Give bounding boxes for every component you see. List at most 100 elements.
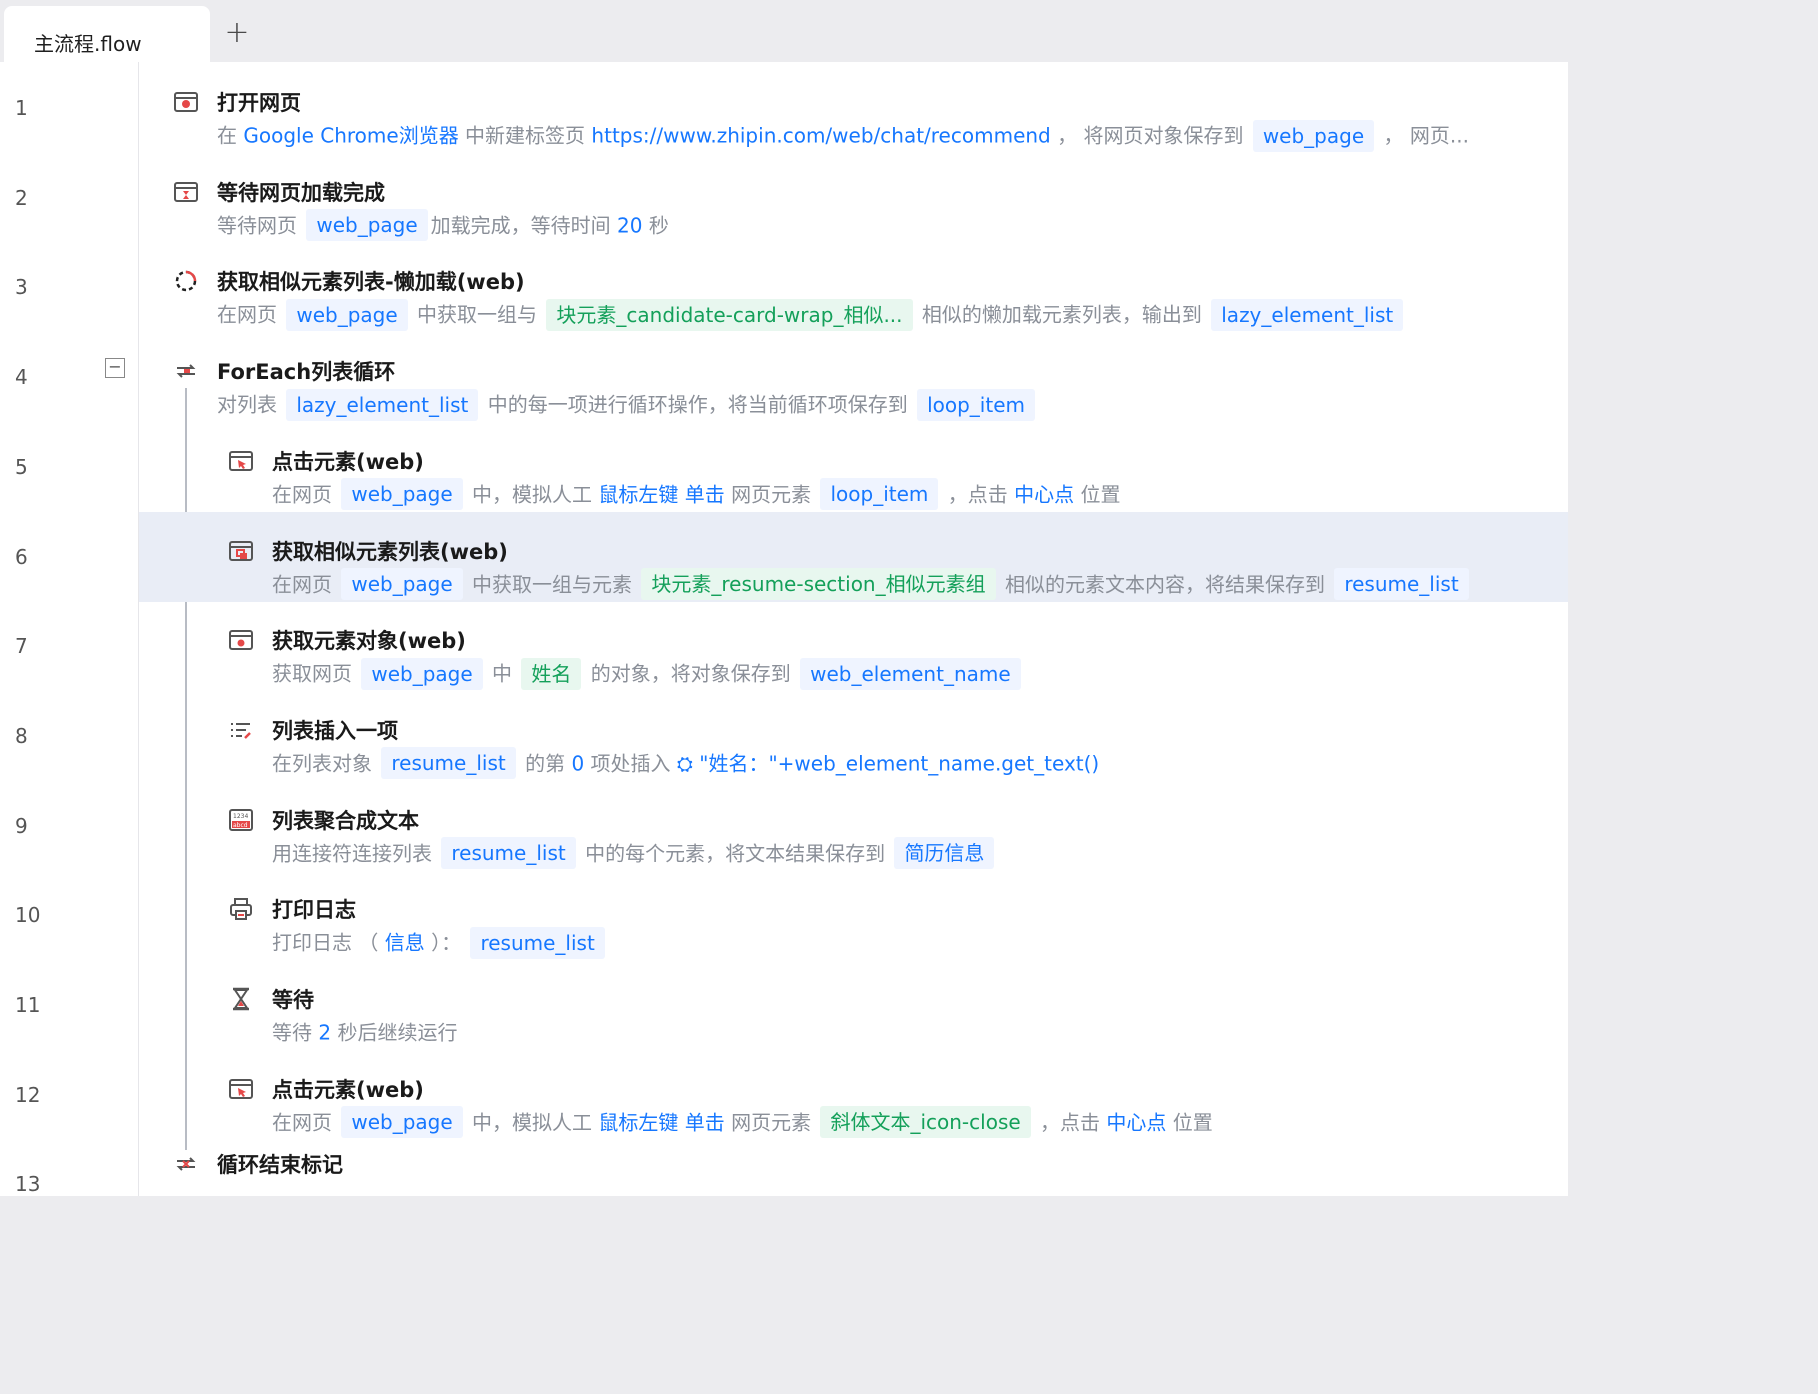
- print-log-icon: [228, 896, 254, 922]
- element-chip[interactable]: 姓名: [521, 657, 582, 690]
- step-title: 点击元素(web): [272, 449, 424, 474]
- step-description: 等待网页 web_page 加载完成，等待时间 20 秒: [217, 207, 669, 242]
- description-text: 在列表对象: [272, 751, 379, 776]
- description-text: ，点击: [941, 482, 1015, 507]
- parameter-value[interactable]: 单击: [685, 1110, 725, 1134]
- variable-chip[interactable]: 简历信息: [894, 837, 995, 870]
- description-text: 中新建标签页: [458, 123, 592, 148]
- tab-bar: 主流程.flow +: [0, 0, 1568, 68]
- step-title: 获取相似元素列表(web): [272, 539, 508, 564]
- line-number: 3: [15, 275, 28, 300]
- description-text: ，点击: [1033, 1110, 1107, 1135]
- similar-elements-icon: [228, 538, 254, 564]
- parameter-value[interactable]: 中心点: [1014, 482, 1074, 506]
- description-text: 的第: [518, 751, 572, 776]
- step-description: 用连接符连接列表 resume_list 中的每个元素，将文本结果保存到 简历信…: [272, 835, 997, 870]
- element-chip[interactable]: 斜体文本_icon-close: [820, 1106, 1031, 1139]
- description-text: 网页元素: [724, 1110, 818, 1135]
- description-text: 中的每个元素，将文本结果保存到: [578, 841, 892, 866]
- description-text: 的对象，将对象保存到: [584, 661, 798, 686]
- line-number: 10: [15, 903, 41, 928]
- variable-chip[interactable]: web_page: [1252, 119, 1375, 152]
- step-description: 打印日志 （ 信息 ）： resume_list: [272, 924, 608, 959]
- flow-step-row[interactable]: 4 − ForEach列表循环 对列表 lazy_element_list 中的每一项…: [0, 332, 1568, 422]
- variable-chip[interactable]: web_page: [286, 298, 408, 331]
- flow-step-row[interactable]: 5 点击元素(web) 在网页 web_page 中，模拟人工 鼠标左键 单击 网页…: [0, 422, 1568, 512]
- description-text: 相似的懒加载元素列表，输出到: [915, 302, 1209, 327]
- step-description: 在网页 web_page 中获取一组与元素 块元素_resume-section…: [272, 566, 1472, 600]
- parameter-value[interactable]: 0: [571, 751, 584, 775]
- flow-step-row[interactable]: 9 1234 abcd 列表聚合成文本 用连接符连接列表 resume_list 中的每…: [0, 781, 1568, 871]
- flow-step-row[interactable]: 7 获取元素对象(web) 获取网页 web_page 中 姓名 的对象，将对象保存…: [0, 601, 1568, 691]
- loading-spinner-icon: [173, 268, 199, 294]
- variable-chip[interactable]: web_page: [361, 657, 483, 690]
- flow-step-row[interactable]: 8 列表插入一项 在列表对象 resume_list 的第 0 项处插入 ⛭ "姓名…: [0, 691, 1568, 781]
- parameter-value[interactable]: 信息: [385, 931, 425, 955]
- description-text: 位置: [1074, 482, 1121, 507]
- description-text: 加载完成，等待时间: [430, 213, 618, 238]
- line-number: 9: [15, 813, 28, 838]
- step-description: 在列表对象 resume_list 的第 0 项处插入 ⛭ "姓名："+web_…: [272, 745, 1099, 780]
- step-description: 等待 2 秒后继续运行: [272, 1014, 457, 1048]
- flow-step-row[interactable]: 2 等待网页加载完成 等待网页 web_page 加载完成，等待时间 20 秒: [0, 153, 1568, 243]
- collapse-toggle-button[interactable]: −: [105, 358, 125, 379]
- description-text: 等待网页: [217, 213, 304, 238]
- description-text: 项处插入: [584, 751, 677, 776]
- variable-chip[interactable]: lazy_element_list: [1211, 298, 1404, 331]
- step-title: 打开网页: [217, 91, 301, 115]
- description-text: 在: [217, 123, 244, 148]
- description-text: 在网页: [272, 482, 339, 507]
- description-text: 中，模拟人工: [465, 482, 599, 507]
- variable-chip[interactable]: web_page: [341, 1106, 463, 1139]
- flow-step-row[interactable]: 12 点击元素(web) 在网页 web_page 中，模拟人工 鼠标左键 单击 网…: [0, 1050, 1568, 1140]
- variable-chip[interactable]: resume_list: [1334, 568, 1469, 600]
- step-description: 获取网页 web_page 中 姓名 的对象，将对象保存到 web_elemen…: [272, 655, 1024, 690]
- variable-chip[interactable]: web_page: [341, 478, 463, 511]
- flow-step-row[interactable]: 11 等待 等待 2 秒后继续运行: [0, 960, 1568, 1050]
- step-description: 在网页 web_page 中，模拟人工 鼠标左键 单击 网页元素 loop_it…: [272, 476, 1121, 511]
- description-text: 网页元素: [724, 482, 818, 507]
- flow-step-row[interactable]: 13 循环结束标记: [0, 1139, 1568, 1196]
- variable-chip[interactable]: web_element_name: [800, 657, 1021, 690]
- variable-chip[interactable]: lazy_element_list: [286, 388, 479, 421]
- list-insert-icon: [228, 717, 254, 743]
- description-text: 打印日志 （: [272, 930, 385, 955]
- element-chip[interactable]: 块元素_resume-section_相似元素组: [641, 568, 996, 600]
- description-text: 相似的元素文本内容，将结果保存到: [998, 572, 1332, 596]
- line-number: 2: [15, 185, 28, 210]
- parameter-value[interactable]: 单击: [685, 482, 725, 506]
- variable-chip[interactable]: loop_item: [820, 478, 939, 511]
- parameter-value[interactable]: https://www.zhipin.com/web/chat/recommen…: [591, 124, 1050, 148]
- description-text: 在网页: [217, 302, 284, 327]
- step-title: 点击元素(web): [272, 1077, 424, 1102]
- flow-step-row[interactable]: 10 打印日志 打印日志 （ 信息 ）： resume_list: [0, 870, 1568, 960]
- parameter-value[interactable]: 20: [617, 213, 642, 237]
- parameter-value[interactable]: 鼠标左键: [598, 482, 678, 506]
- parameter-value[interactable]: 鼠标左键: [598, 1110, 678, 1134]
- element-chip[interactable]: 块元素_candidate-card-wrap_相似...: [546, 298, 913, 331]
- variable-chip[interactable]: web_page: [341, 568, 463, 600]
- flow-step-row[interactable]: 6 获取相似元素列表(web) 在网页 web_page 中获取一组与元素 块元素_…: [0, 511, 1568, 602]
- browser-wait-icon: [173, 179, 199, 205]
- flow-step-row[interactable]: 3 获取相似元素列表-懒加载(web) 在网页 web_page 中获取一组与 块元…: [0, 242, 1568, 332]
- step-title: 获取元素对象(web): [272, 629, 466, 654]
- step-title: 等待网页加载完成: [217, 180, 385, 205]
- svg-text:abcd: abcd: [233, 822, 248, 829]
- description-text: ）：: [424, 930, 468, 955]
- tab-main-flow[interactable]: 主流程.flow: [4, 6, 210, 68]
- variable-chip[interactable]: resume_list: [470, 926, 605, 959]
- line-number: 7: [15, 634, 28, 659]
- parameter-value[interactable]: 2: [318, 1021, 331, 1045]
- flow-step-row[interactable]: 1 打开网页在 Google Chrome浏览器 中新建标签页 https://w…: [0, 63, 1568, 153]
- variable-chip[interactable]: loop_item: [917, 388, 1035, 421]
- variable-chip[interactable]: resume_list: [441, 837, 576, 870]
- add-tab-button[interactable]: +: [222, 18, 252, 48]
- line-number: 4: [15, 365, 28, 390]
- parameter-value[interactable]: Google Chrome浏览器: [243, 124, 458, 148]
- description-text: 获取网页: [272, 661, 359, 686]
- loop-icon: [173, 358, 199, 384]
- variable-chip[interactable]: resume_list: [381, 747, 516, 780]
- parameter-value[interactable]: ⛭ "姓名："+web_element_name.get_text(): [677, 751, 1099, 775]
- parameter-value[interactable]: 中心点: [1106, 1110, 1166, 1134]
- variable-chip[interactable]: web_page: [306, 209, 428, 242]
